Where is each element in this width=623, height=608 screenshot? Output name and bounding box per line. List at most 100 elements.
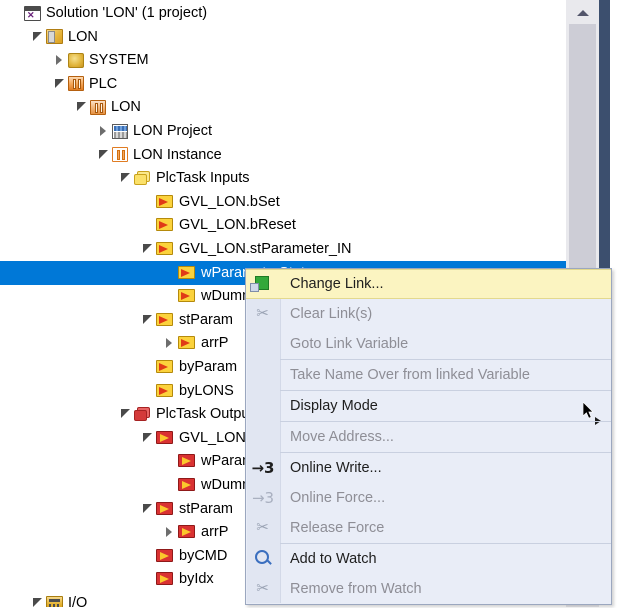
menu-item[interactable]: Add to Watch (246, 544, 611, 574)
expand-chevron-icon[interactable] (162, 331, 178, 355)
tree-item-label: stParam (179, 311, 233, 328)
menu-item[interactable]: Change Link... (246, 269, 611, 299)
expand-chevron-icon[interactable] (162, 520, 178, 544)
menu-item-label: Remove from Watch (290, 581, 422, 597)
menu-icon-empty (246, 391, 280, 421)
tree-item[interactable]: LON Instance (0, 143, 566, 167)
tree-item-label: SYSTEM (89, 52, 149, 69)
menu-icon-empty (246, 422, 280, 452)
menu-item: ✂ Release Force (246, 513, 611, 543)
io-icon (46, 595, 63, 607)
project-icon (46, 29, 63, 45)
tree-item[interactable]: PlcTask Inputs (0, 166, 566, 190)
solution-icon (24, 5, 41, 21)
tree-item-label: GVL_LON.stParameter_IN (179, 241, 352, 257)
menu-item-list[interactable]: Change Link... ✂ Clear Link(s) Goto Link Va… (246, 269, 611, 604)
change-link-icon (246, 269, 280, 299)
scrollbar-thumb[interactable] (569, 24, 596, 275)
collapse-chevron-icon[interactable] (118, 402, 134, 426)
clear-link-icon: ✂ (256, 305, 269, 322)
tree-item[interactable]: LON (0, 25, 566, 49)
plc-icon (68, 76, 84, 92)
tree-item-label: byLONS (179, 382, 234, 399)
menu-icon-empty (246, 329, 280, 359)
output-variable-icon (178, 454, 196, 468)
output-variable-icon (178, 478, 196, 492)
tree-item[interactable]: GVL_LON.bReset (0, 213, 566, 237)
tree-item-label: LON Instance (133, 146, 222, 163)
menu-item-label: Goto Link Variable (290, 336, 409, 352)
collapse-chevron-icon[interactable] (140, 237, 156, 261)
tree-item-label: LON (68, 28, 98, 45)
output-variable-icon (156, 501, 174, 516)
tree-item[interactable]: GVL_LON.stParameter_IN (0, 237, 566, 261)
menu-item: ✂ Clear Link(s) (246, 299, 611, 329)
tree-item-label: arrP (201, 524, 229, 541)
tree-item-label: arrP (201, 335, 229, 352)
collapse-chevron-icon[interactable] (74, 95, 90, 119)
tree-item[interactable]: LON (0, 95, 566, 119)
tree-item[interactable]: GVL_LON.bSet (0, 190, 566, 214)
input-variable-icon (156, 312, 174, 327)
collapse-chevron-icon[interactable] (140, 497, 156, 521)
menu-item-label: Release Force (290, 520, 385, 536)
collapse-chevron-icon[interactable] (30, 25, 46, 49)
tree-item-label: LON (111, 99, 141, 116)
tree-item[interactable]: Solution 'LON' (1 project) (0, 1, 566, 25)
plc-project-icon (90, 99, 106, 115)
tree-item-label: byParam (179, 359, 238, 375)
menu-icon-empty (246, 360, 280, 390)
tree-item-label: byIdx (179, 571, 214, 588)
menu-item-label: Take Name Over from linked Variable (290, 367, 530, 383)
tree-item[interactable]: PLC (0, 72, 566, 96)
tree-item-label: stParam (179, 500, 233, 517)
output-variable-icon (156, 548, 174, 563)
collapse-chevron-icon[interactable] (52, 72, 68, 96)
output-variable-icon (156, 572, 174, 586)
collapse-chevron-icon[interactable] (140, 308, 156, 332)
expand-chevron-icon[interactable] (52, 48, 68, 72)
menu-item: Take Name Over from linked Variable (246, 360, 611, 390)
collapse-chevron-icon[interactable] (96, 143, 112, 167)
system-icon (68, 52, 84, 68)
tree-item[interactable]: SYSTEM (0, 48, 566, 72)
input-variable-icon (156, 360, 174, 374)
tree-item-label: LON Project (133, 123, 212, 139)
menu-item: →3 Online Force... (246, 483, 611, 513)
input-variable-icon (156, 194, 174, 209)
input-variable-icon (178, 289, 196, 303)
tree-item-label: PLC (89, 75, 118, 92)
menu-item: Move Address... (246, 422, 611, 452)
menu-item-label: Move Address... (290, 429, 394, 445)
collapse-chevron-icon[interactable] (140, 426, 156, 450)
input-variable-icon (178, 336, 196, 350)
tree-item-label: byCMD (179, 547, 228, 564)
add-to-watch-icon (246, 544, 280, 574)
lon-instance-icon (112, 147, 128, 163)
context-menu[interactable]: Change Link... ✂ Clear Link(s) Goto Link Va… (245, 268, 612, 605)
release-force-icon: ✂ (256, 519, 269, 536)
expand-chevron-icon[interactable] (96, 119, 112, 143)
remove-from-watch-icon: ✂ (256, 580, 269, 597)
menu-item[interactable]: →3 Online Write... (246, 453, 611, 483)
collapse-chevron-icon[interactable] (118, 166, 134, 190)
output-variable-icon (178, 525, 196, 539)
output-variable-icon (156, 430, 174, 445)
scroll-up-arrow-icon[interactable] (569, 3, 596, 21)
collapse-chevron-icon[interactable] (30, 591, 46, 607)
tree-item[interactable]: LON Project (0, 119, 566, 143)
menu-item[interactable]: Display Mode (246, 391, 611, 425)
mouse-cursor-icon (583, 402, 594, 419)
online-force-icon: →3 (251, 489, 275, 507)
input-variable-icon (156, 218, 174, 232)
